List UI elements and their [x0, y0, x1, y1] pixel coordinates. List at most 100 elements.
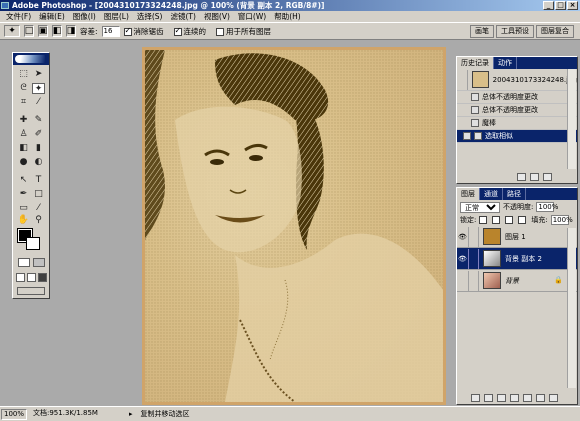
- magic-wand-preset-icon[interactable]: ✦: [4, 25, 20, 37]
- new-snapshot-icon[interactable]: [530, 173, 539, 181]
- eraser-tool-icon[interactable]: ◧: [17, 143, 30, 154]
- lock-transparency-icon[interactable]: [479, 216, 488, 224]
- jump-to-imageready-icon[interactable]: [17, 287, 45, 295]
- subtract-selection-icon[interactable]: ◧: [52, 25, 62, 37]
- history-item[interactable]: 总体不透明度更改: [457, 91, 577, 104]
- blend-row: 正常 不透明度: 100%: [457, 200, 577, 214]
- delete-state-icon[interactable]: [543, 173, 552, 181]
- arrow-right-icon[interactable]: ▸: [129, 410, 133, 418]
- healing-brush-icon[interactable]: ✚: [17, 115, 30, 126]
- history-item[interactable]: 魔棒: [457, 117, 577, 130]
- tab-paths[interactable]: 路径: [503, 188, 526, 200]
- history-snapshot-row[interactable]: 2004310173324248.jpg: [457, 69, 577, 91]
- history-step-icon: [471, 93, 479, 101]
- layer-style-icon[interactable]: [484, 394, 493, 402]
- layer-row[interactable]: 👁 图层 1: [457, 226, 577, 248]
- image-canvas[interactable]: [145, 50, 443, 402]
- screen-mode-standard-icon[interactable]: [16, 273, 25, 282]
- history-item-label: 总体不透明度更改: [482, 106, 538, 114]
- menu-edit[interactable]: 编辑(E): [35, 11, 69, 22]
- dodge-tool-icon[interactable]: ◐: [32, 157, 45, 168]
- menu-layer[interactable]: 图层(L): [100, 11, 133, 22]
- tab-tool-presets[interactable]: 工具预设: [496, 25, 534, 38]
- tab-actions[interactable]: 动作: [494, 57, 517, 69]
- history-item[interactable]: 总体不透明度更改: [457, 104, 577, 117]
- new-document-from-state-icon[interactable]: [517, 173, 526, 181]
- tab-history[interactable]: 历史记录: [457, 57, 494, 69]
- quick-mask-icon[interactable]: [33, 258, 45, 267]
- tab-layer-comps[interactable]: 图层复合: [536, 25, 574, 38]
- layers-scrollbar[interactable]: [567, 228, 576, 388]
- zoom-tool-icon[interactable]: ⚲: [32, 215, 45, 226]
- blur-tool-icon[interactable]: ●: [17, 157, 30, 168]
- eye-visibility-icon[interactable]: 👁: [457, 226, 469, 247]
- adjustment-layer-icon[interactable]: [523, 394, 532, 402]
- menu-window[interactable]: 窗口(W): [234, 11, 270, 22]
- menu-view[interactable]: 视图(V): [200, 11, 234, 22]
- brush-tool-icon[interactable]: ✎: [32, 115, 45, 126]
- blend-mode-select[interactable]: 正常: [460, 201, 500, 213]
- eyedropper-tool-icon[interactable]: ⁄: [32, 203, 45, 214]
- background-color-swatch[interactable]: [26, 237, 40, 250]
- layer-row[interactable]: 背景 🔒: [457, 270, 577, 292]
- lock-position-icon[interactable]: [505, 216, 514, 224]
- new-layer-icon[interactable]: [536, 394, 545, 402]
- antialias-check-icon[interactable]: [123, 26, 132, 36]
- fill-input[interactable]: 100%: [550, 215, 573, 225]
- contiguous-checkbox[interactable]: 连续的: [173, 26, 206, 37]
- slice-tool-icon[interactable]: ⁄: [32, 97, 45, 108]
- screen-mode-menu-icon[interactable]: [27, 273, 36, 282]
- tab-channels[interactable]: 通道: [480, 188, 503, 200]
- new-group-icon[interactable]: [510, 394, 519, 402]
- menu-filter[interactable]: 滤镜(T): [167, 11, 200, 22]
- type-tool-icon[interactable]: T: [32, 175, 45, 186]
- lock-all-icon[interactable]: [518, 216, 527, 224]
- toolbox-header[interactable]: [13, 53, 49, 65]
- screen-mode-full-icon[interactable]: [38, 273, 47, 282]
- crop-tool-icon[interactable]: ⌗: [17, 97, 30, 108]
- trash-icon[interactable]: [549, 394, 558, 402]
- magic-wand-tool-icon[interactable]: ✦: [32, 83, 45, 94]
- new-selection-icon[interactable]: □: [24, 25, 34, 37]
- path-select-icon[interactable]: ↖: [17, 175, 30, 186]
- maximize-button[interactable]: □: [555, 1, 566, 10]
- close-button[interactable]: ×: [567, 1, 578, 10]
- history-brush-icon[interactable]: ✐: [32, 129, 45, 140]
- history-scrollbar[interactable]: [567, 69, 576, 169]
- clone-stamp-icon[interactable]: ♙: [17, 129, 30, 140]
- eye-hidden-icon[interactable]: [457, 270, 469, 291]
- tab-brushes[interactable]: 画笔: [470, 25, 494, 38]
- history-item-selected[interactable]: 选取相似: [457, 130, 577, 143]
- history-state-slider-icon[interactable]: [463, 132, 471, 140]
- standard-mode-icon[interactable]: [18, 258, 30, 267]
- shape-tool-icon[interactable]: □: [32, 189, 45, 200]
- intersect-selection-icon[interactable]: ◨: [66, 25, 76, 37]
- contiguous-check-icon[interactable]: [173, 26, 182, 36]
- link-layers-icon[interactable]: [471, 394, 480, 402]
- all-layers-check-icon[interactable]: [216, 27, 225, 36]
- minimize-button[interactable]: _: [543, 1, 554, 10]
- tab-layers[interactable]: 图层: [457, 188, 480, 200]
- doc-size-info: 文档:951.3K/1.85M: [33, 408, 98, 417]
- menu-image[interactable]: 图像(I): [69, 11, 100, 22]
- zoom-field[interactable]: 100%: [1, 408, 27, 420]
- pen-tool-icon[interactable]: ✒: [17, 189, 30, 200]
- layer-row-selected[interactable]: 👁 背景 副本 2: [457, 248, 577, 270]
- hand-tool-icon[interactable]: ✋: [17, 215, 30, 226]
- add-selection-icon[interactable]: ▣: [38, 25, 48, 37]
- marquee-tool-icon[interactable]: ⬚: [17, 69, 30, 80]
- menu-file[interactable]: 文件(F): [2, 11, 35, 22]
- notes-tool-icon[interactable]: ▭: [17, 203, 30, 214]
- move-tool-icon[interactable]: ➤: [32, 69, 45, 80]
- eye-visibility-icon[interactable]: 👁: [457, 248, 469, 269]
- lock-image-icon[interactable]: [492, 216, 501, 224]
- antialias-checkbox[interactable]: 消除锯齿: [123, 26, 164, 37]
- layer-mask-icon[interactable]: [497, 394, 506, 402]
- tolerance-input[interactable]: 16: [101, 25, 120, 37]
- menu-select[interactable]: 选择(S): [133, 11, 167, 22]
- all-layers-checkbox[interactable]: 用于所有图层: [216, 26, 271, 37]
- gradient-tool-icon[interactable]: ▮: [32, 143, 45, 154]
- menu-help[interactable]: 帮助(H): [270, 11, 305, 22]
- opacity-input[interactable]: 100%: [536, 202, 558, 212]
- lasso-tool-icon[interactable]: ᘓ: [17, 83, 30, 94]
